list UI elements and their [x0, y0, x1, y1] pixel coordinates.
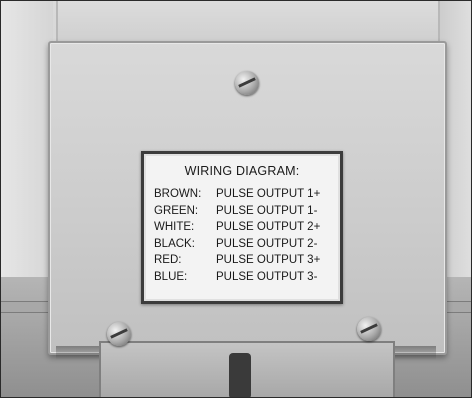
wire-signal: PULSE OUTPUT 1+: [216, 188, 321, 200]
wiring-row: BLUE: PULSE OUTPUT 3-: [154, 269, 320, 286]
wire-color: BROWN:: [154, 188, 202, 200]
bracket-slot: [229, 353, 251, 397]
wiring-row: WHITE: PULSE OUTPUT 2+: [154, 219, 320, 236]
wiring-row: RED: PULSE OUTPUT 3+: [154, 252, 320, 269]
wire-signal: PULSE OUTPUT 2-: [216, 237, 318, 250]
wire-color: GREEN:: [154, 204, 199, 217]
top-screw-icon: [235, 71, 259, 95]
wire-signal: PULSE OUTPUT 3+: [216, 254, 321, 266]
wiring-label-plate: WIRING DIAGRAM: BROWN: PULSE OUTPUT 1+ G…: [141, 151, 343, 304]
wiring-diagram-title: WIRING DIAGRAM:: [184, 164, 300, 178]
wiring-row: GREEN: PULSE OUTPUT 1-: [154, 203, 320, 220]
photo-scene: WIRING DIAGRAM: BROWN: PULSE OUTPUT 1+ G…: [0, 0, 472, 398]
wire-signal: PULSE OUTPUT 3-: [216, 270, 318, 283]
wire-color: WHITE:: [154, 221, 195, 233]
mounting-post: [56, 1, 440, 43]
wiring-row: BROWN: PULSE OUTPUT 1+: [154, 186, 320, 203]
wire-color: BLACK:: [154, 237, 195, 250]
wire-color: BLUE:: [154, 270, 188, 283]
wiring-rows: BROWN: PULSE OUTPUT 1+ GREEN: PULSE OUTP…: [154, 186, 320, 285]
wire-signal: PULSE OUTPUT 2+: [216, 221, 321, 233]
wire-color: RED:: [154, 254, 182, 266]
wire-signal: PULSE OUTPUT 1-: [216, 204, 318, 217]
bottom-right-screw-icon: [357, 317, 381, 341]
bottom-left-screw-icon: [107, 322, 131, 346]
wiring-row: BLACK: PULSE OUTPUT 2-: [154, 236, 320, 253]
